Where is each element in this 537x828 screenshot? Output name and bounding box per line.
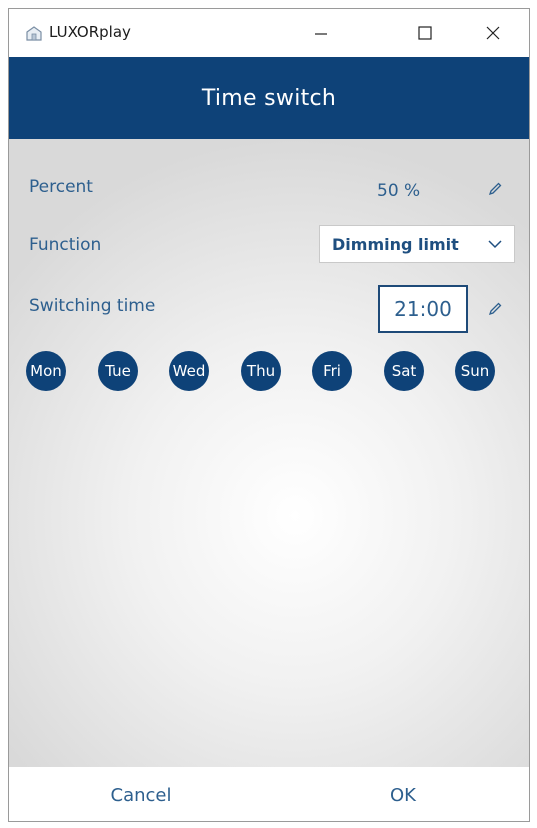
day-fri-toggle[interactable]: Fri (312, 351, 352, 391)
switching-time-field[interactable]: 21:00 (378, 285, 468, 333)
close-icon (486, 26, 500, 40)
maximize-icon (418, 26, 432, 40)
day-wed-toggle[interactable]: Wed (169, 351, 209, 391)
day-sun-toggle[interactable]: Sun (455, 351, 495, 391)
function-label: Function (29, 235, 102, 255)
weekday-selector: Mon Tue Wed Thu Fri Sat Sun (26, 351, 506, 399)
edit-percent-icon[interactable] (487, 181, 503, 197)
percent-value: 50 % (377, 181, 421, 201)
day-tue-toggle[interactable]: Tue (98, 351, 138, 391)
day-thu-toggle[interactable]: Thu (241, 351, 281, 391)
day-mon-toggle[interactable]: Mon (26, 351, 66, 391)
switching-time-value: 21:00 (394, 297, 452, 321)
title-bar: LUXORplay (9, 9, 529, 57)
window-title: LUXORplay (49, 23, 131, 41)
cancel-button[interactable]: Cancel (61, 767, 221, 821)
chevron-down-icon (488, 240, 502, 249)
close-button[interactable] (465, 9, 521, 57)
home-icon (26, 26, 42, 41)
ok-button[interactable]: OK (323, 767, 483, 821)
edit-time-icon[interactable] (487, 301, 503, 317)
page-header: Time switch (9, 57, 529, 139)
percent-label: Percent (29, 177, 93, 197)
switching-time-label: Switching time (29, 296, 156, 316)
app-window: LUXORplay Time switch Percent 50 % Funct… (8, 8, 530, 822)
minimize-button[interactable] (293, 9, 349, 57)
function-selected-value: Dimming limit (332, 234, 459, 254)
content-area: Percent 50 % Function Dimming limit Swit… (9, 139, 529, 767)
day-sat-toggle[interactable]: Sat (384, 351, 424, 391)
maximize-button[interactable] (397, 9, 453, 57)
dialog-footer: Cancel OK (9, 767, 529, 821)
page-title: Time switch (201, 85, 337, 111)
function-select[interactable]: Dimming limit (319, 225, 515, 263)
minimize-icon (315, 33, 327, 35)
